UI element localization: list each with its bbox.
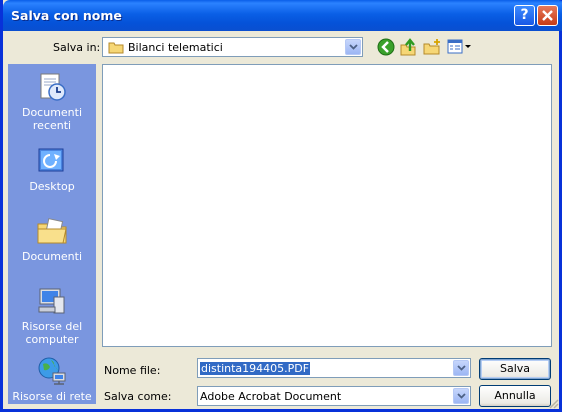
look-in-label: Salva in: [53,41,101,54]
place-my-computer[interactable]: Risorse del computer [9,285,95,346]
views-menu-button[interactable] [446,38,472,56]
folder-icon [108,42,124,54]
save-as-type-combo[interactable]: Adobe Acrobat Document [197,386,471,406]
close-button[interactable] [537,5,558,26]
place-recent-documents[interactable]: Documenti recenti [9,71,95,132]
look-in-value: Bilanci telematici [128,41,223,54]
new-folder-icon[interactable] [423,38,441,56]
window-title: Salva con nome [11,8,122,23]
my-computer-icon [38,288,65,314]
place-network[interactable]: Risorse di rete [9,355,95,403]
place-label: Risorse di rete [12,390,92,403]
network-icon [38,357,66,385]
place-label: Desktop [29,180,75,193]
file-list-view[interactable] [102,64,552,347]
save-button[interactable]: Salva [479,358,551,380]
file-name-label: Nome file: [104,364,161,377]
file-name-value: distinta194405.PDF [200,362,311,375]
chevron-down-icon [457,393,466,399]
help-button[interactable]: ? [514,5,535,26]
cancel-button[interactable]: Annulla [479,385,551,407]
desktop-icon [38,148,64,172]
save-as-type-label: Salva come: [104,390,172,403]
close-icon [542,10,553,21]
up-folder-icon[interactable] [399,38,417,56]
look-in-dropdown-button[interactable] [345,39,361,55]
place-desktop[interactable]: Desktop [9,145,95,193]
places-bar: Documenti recenti Desktop Documenti Riso… [8,64,96,404]
chevron-down-icon [457,365,466,371]
recent-documents-icon [40,73,66,101]
resize-grip-icon[interactable] [547,397,559,409]
chevron-down-icon [349,44,358,50]
file-name-field[interactable]: distinta194405.PDF [197,358,471,378]
documents-folder-icon [37,218,67,244]
back-arrow-icon[interactable] [377,38,395,56]
views-menu-icon [447,39,471,54]
place-label: Documenti [21,250,83,263]
place-label: Documenti recenti [21,106,83,132]
place-label: Risorse del computer [21,320,83,346]
place-documents[interactable]: Documenti [9,215,95,263]
file-name-dropdown-button[interactable] [453,360,469,376]
look-in-combo[interactable]: Bilanci telematici [102,37,363,57]
save-as-type-value: Adobe Acrobat Document [200,390,342,403]
title-bar[interactable]: Salva con nome ? [3,0,562,31]
save-as-type-dropdown-button[interactable] [453,388,469,404]
